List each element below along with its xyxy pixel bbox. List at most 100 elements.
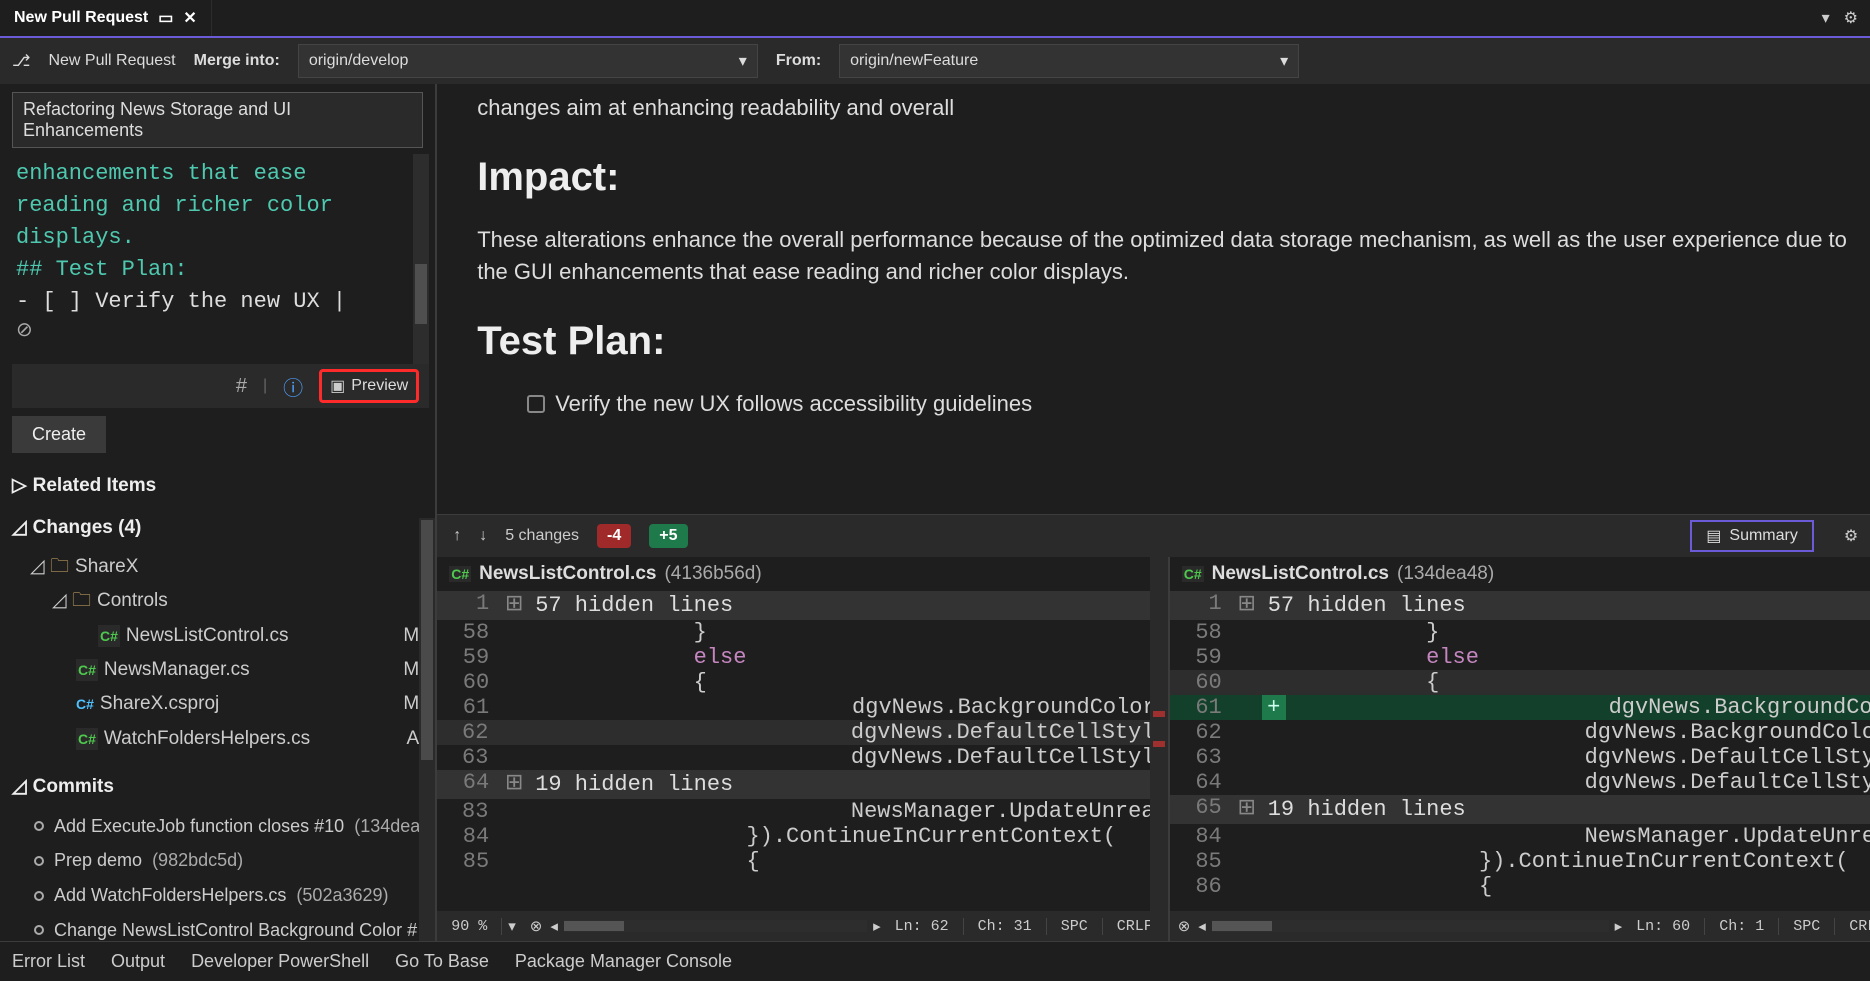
file-header-left: C# NewsListControl.cs (4136b56d): [437, 557, 1168, 591]
create-button[interactable]: Create: [12, 416, 106, 453]
gutter[interactable]: [499, 824, 529, 849]
commits-header[interactable]: ◿Commits: [8, 766, 435, 808]
task-item[interactable]: Verify the new UX follows accessibility …: [527, 388, 1860, 420]
merge-into-dropdown[interactable]: origin/develop ▾: [298, 44, 758, 78]
info-icon[interactable]: ⓘ: [283, 372, 303, 401]
code-text: dgvNews.BackgroundColor: [1262, 720, 1870, 745]
health-icon[interactable]: ⊗: [522, 917, 551, 936]
code-line: 84 NewsManager.UpdateUnrea: [1170, 824, 1870, 849]
arrow-down-icon[interactable]: ↓: [479, 527, 487, 545]
scroll-left-icon[interactable]: ◂: [550, 917, 558, 936]
gutter[interactable]: [1232, 849, 1262, 874]
bottom-tab[interactable]: Package Manager Console: [515, 951, 732, 972]
code-left[interactable]: 1⊞57 hidden lines58 }59 else60 {61 dgvNe…: [437, 591, 1168, 911]
preview-button[interactable]: Preview: [351, 377, 408, 395]
summary-button[interactable]: ▤ Summary: [1690, 520, 1814, 552]
gutter[interactable]: [498, 799, 528, 824]
merge-into-label: Merge into:: [194, 52, 280, 70]
testplan-heading: Test Plan:: [477, 312, 1860, 370]
gutter[interactable]: ⊞: [499, 770, 529, 799]
copilot-icon[interactable]: ⊘: [16, 317, 419, 346]
gutter[interactable]: ⊞: [499, 591, 529, 620]
left-scrollbar[interactable]: [419, 518, 435, 941]
code-text: dgvNews.DefaultCellStyl: [1262, 770, 1870, 795]
gutter[interactable]: [498, 720, 528, 745]
preview-icon: ▣: [330, 376, 345, 396]
code-line: 86 {: [1170, 874, 1870, 899]
h-scrollbar[interactable]: [1212, 920, 1609, 932]
bottom-tab[interactable]: Error List: [12, 951, 85, 972]
code-line: 84 }).ContinueInCurrentContext(: [437, 824, 1168, 849]
h-scrollbar[interactable]: [564, 920, 867, 932]
editor-scrollbar[interactable]: [413, 154, 429, 364]
gutter[interactable]: [1232, 645, 1262, 670]
gutter[interactable]: [499, 645, 529, 670]
branch-icon[interactable]: ⎇: [12, 51, 30, 71]
bottom-tab[interactable]: Output: [111, 951, 165, 972]
line-number: 64: [1170, 770, 1232, 795]
scroll-right-icon[interactable]: ▸: [873, 917, 881, 936]
cs-icon: C#: [1182, 566, 1204, 582]
code-text: NewsManager.UpdateUnread: [528, 799, 1168, 824]
chevron-down-icon: ▾: [739, 51, 747, 71]
code-line: 83 NewsManager.UpdateUnread: [437, 799, 1168, 824]
gutter[interactable]: ⊞: [1232, 795, 1262, 824]
code-text: NewsManager.UpdateUnrea: [1262, 824, 1870, 849]
gutter[interactable]: [498, 745, 528, 770]
gutter[interactable]: ⊞: [1232, 591, 1262, 620]
tab-new-pr[interactable]: New Pull Request ▭ ✕: [0, 0, 212, 36]
file-hash: (4136b56d): [664, 563, 761, 585]
commit-row[interactable]: Add WatchFoldersHelpers.cs (502a3629): [8, 878, 435, 913]
scroll-right-icon[interactable]: ▸: [1615, 917, 1623, 936]
gutter[interactable]: [1232, 620, 1262, 645]
related-items-header[interactable]: ▷Related Items: [8, 465, 435, 507]
gutter[interactable]: [1232, 770, 1262, 795]
commit-dot-icon: [34, 891, 44, 901]
gutter[interactable]: [499, 620, 529, 645]
gear-icon[interactable]: ⚙: [1844, 526, 1858, 546]
tree-file[interactable]: C#NewsListControl.csM: [8, 619, 435, 653]
arrow-up-icon[interactable]: ↑: [453, 527, 461, 545]
close-icon[interactable]: ✕: [183, 8, 196, 28]
zoom-level[interactable]: 90 %: [437, 918, 502, 935]
gutter[interactable]: [1232, 670, 1262, 695]
gutter[interactable]: [1232, 695, 1262, 720]
from-dropdown[interactable]: origin/newFeature ▾: [839, 44, 1299, 78]
tree-file[interactable]: C#ShareX.csprojM: [8, 687, 435, 721]
health-icon[interactable]: ⊗: [1170, 917, 1199, 936]
code-line: 58 }: [437, 620, 1168, 645]
changes-header[interactable]: ◿Changes (4): [8, 507, 435, 549]
description-editor[interactable]: enhancements that easereading and richer…: [12, 154, 429, 364]
gutter[interactable]: [1232, 824, 1262, 849]
pr-label[interactable]: New Pull Request: [48, 52, 175, 70]
diff-panes: C# NewsListControl.cs (4136b56d) 1⊞57 hi…: [437, 557, 1870, 941]
bottom-bar: Error List Output Developer PowerShell Go T…: [0, 941, 1870, 981]
gear-icon[interactable]: ⚙: [1844, 8, 1858, 28]
chevron-down-icon[interactable]: ▾: [1822, 8, 1830, 28]
code-right[interactable]: 1⊞57 hidden lines58 }59 else60 {61+ dgvN…: [1170, 591, 1870, 911]
gutter[interactable]: [1232, 745, 1262, 770]
commit-row[interactable]: Change NewsListControl Background Color …: [8, 913, 435, 941]
pin-icon[interactable]: ▭: [158, 8, 173, 28]
gutter[interactable]: [1232, 720, 1262, 745]
gutter[interactable]: [499, 670, 529, 695]
commit-row[interactable]: Prep demo (982bdc5d): [8, 843, 435, 878]
tree-folder[interactable]: ◿🗀Controls: [8, 584, 435, 618]
scroll-left-icon[interactable]: ◂: [1198, 917, 1206, 936]
gutter[interactable]: [499, 849, 529, 874]
tree-file[interactable]: C#NewsManager.csM: [8, 653, 435, 687]
tree-folder[interactable]: ◿🗀ShareX: [8, 550, 435, 584]
bottom-tab[interactable]: Developer PowerShell: [191, 951, 369, 972]
hash-icon[interactable]: #: [236, 375, 247, 398]
bottom-tab[interactable]: Go To Base: [395, 951, 489, 972]
pr-title-input[interactable]: Refactoring News Storage and UI Enhancem…: [12, 92, 423, 148]
code-text: {: [1262, 670, 1870, 695]
tree-file[interactable]: C#WatchFoldersHelpers.csA: [8, 722, 435, 756]
checkbox-icon[interactable]: [527, 395, 545, 413]
chevron-down-icon[interactable]: ▾: [502, 917, 522, 936]
gutter[interactable]: [499, 695, 529, 720]
commit-row[interactable]: Add ExecuteJob function closes #10 (134d…: [8, 809, 435, 844]
code-text: else: [529, 645, 1168, 670]
minimap-left[interactable]: [1150, 557, 1168, 941]
gutter[interactable]: [1232, 874, 1262, 899]
